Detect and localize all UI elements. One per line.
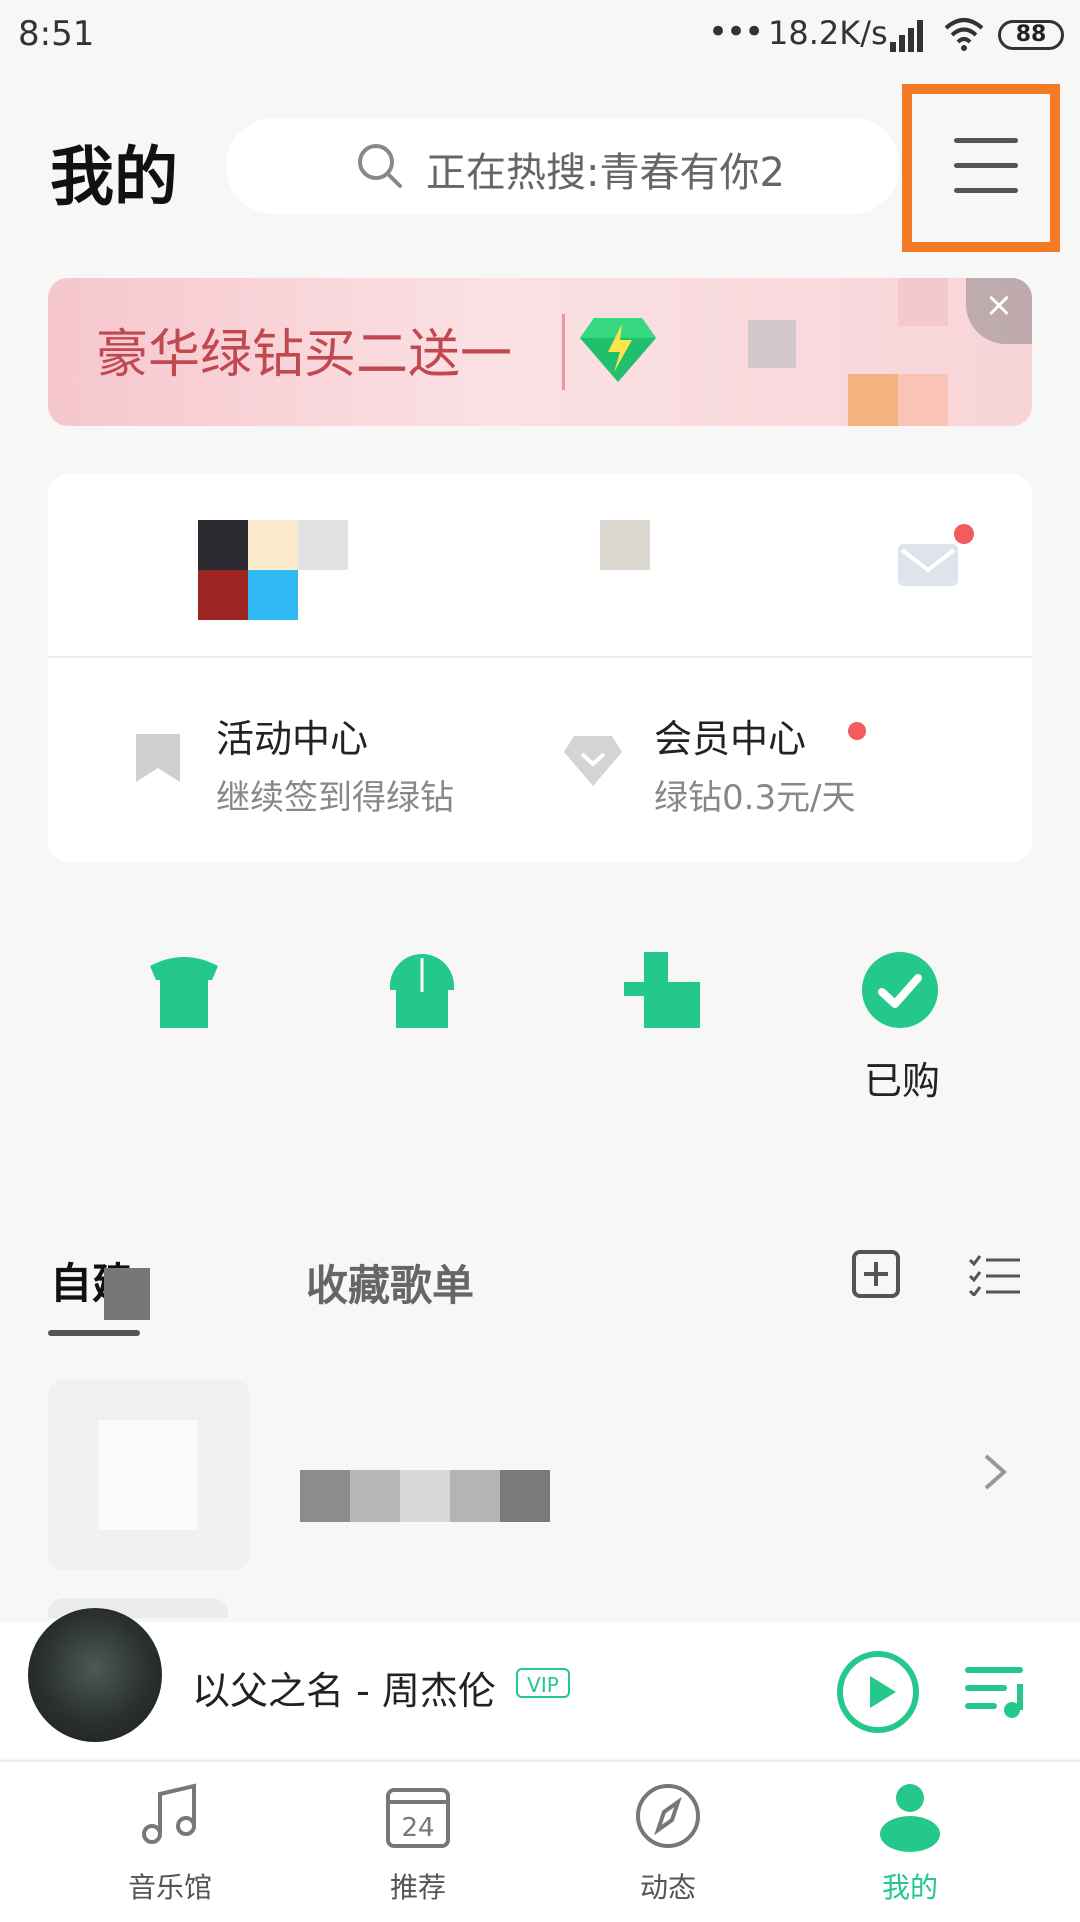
nav-profile[interactable]: 我的 — [830, 1780, 990, 1906]
activity-center-subtitle: 继续签到得绿钻 — [216, 778, 454, 818]
mail-icon[interactable] — [898, 544, 958, 586]
banner-close-button[interactable]: × — [966, 278, 1032, 344]
card-divider — [48, 656, 1032, 658]
banner-pixel — [898, 278, 948, 326]
album-art[interactable] — [28, 1608, 162, 1742]
tab-underline — [48, 1330, 140, 1336]
nav-label: 音乐馆 — [127, 1871, 212, 1904]
status-bar: 8:51 ••• 18.2K/s 88 — [0, 0, 1080, 74]
nav-label: 我的 — [881, 1871, 938, 1904]
nav-label: 推荐 — [389, 1871, 446, 1904]
banner-pixel — [898, 374, 948, 426]
search-placeholder: 正在热搜:青春有你2 — [426, 150, 785, 196]
play-icon[interactable] — [836, 1650, 920, 1734]
download-icon[interactable] — [384, 952, 460, 1028]
banner-divider — [562, 314, 565, 390]
promo-banner[interactable]: 豪华绿钻买二送一 × — [48, 278, 1032, 426]
banner-pixel — [848, 374, 898, 426]
purchased-label[interactable]: 已购 — [862, 1050, 942, 1105]
nav-label: 动态 — [639, 1871, 696, 1904]
nav-feed[interactable]: 动态 — [588, 1780, 748, 1906]
status-more-icon: ••• — [708, 12, 764, 52]
diamond-icon — [564, 736, 622, 786]
calendar-24-icon: 24 — [386, 1788, 450, 1848]
search-icon — [358, 144, 402, 188]
hamburger-menu-icon[interactable] — [954, 138, 1018, 194]
battery-icon: 88 — [998, 20, 1064, 50]
signal-icon — [890, 20, 923, 52]
status-time: 8:51 — [18, 14, 95, 54]
activity-center-title[interactable]: 活动中心 — [216, 708, 368, 763]
bookmark-icon — [136, 734, 180, 782]
profile-card: 活动中心 继续签到得绿钻 会员中心 绿钻0.3元/天 — [48, 474, 1032, 862]
banner-text: 豪华绿钻买二送一 — [96, 325, 513, 385]
vip-center-title[interactable]: 会员中心 — [654, 708, 806, 763]
now-playing-title[interactable]: 以父之名 - 周杰伦 — [192, 1660, 496, 1715]
add-playlist-icon[interactable] — [852, 1250, 900, 1298]
username-blurred — [600, 520, 650, 570]
nav-music-hall[interactable]: 音乐馆 — [90, 1780, 250, 1906]
purchased-icon[interactable] — [862, 952, 938, 1028]
page-title: 我的 — [50, 141, 178, 215]
chevron-right-icon[interactable] — [980, 1452, 1010, 1492]
tab-collected[interactable]: 收藏歌单 — [306, 1252, 474, 1313]
profile-icon — [880, 1784, 940, 1852]
music-note-icon — [142, 1783, 196, 1844]
calendar-day: 24 — [401, 1813, 434, 1843]
wifi-icon — [944, 18, 984, 51]
nav-recommend[interactable]: 24 推荐 — [338, 1780, 498, 1906]
manage-list-icon[interactable] — [968, 1254, 1020, 1296]
search-bar[interactable]: 正在热搜:青春有你2 — [226, 118, 900, 214]
mail-badge — [954, 524, 974, 544]
playlist-name-blurred[interactable] — [300, 1470, 550, 1522]
local-music-icon[interactable] — [624, 952, 700, 1028]
vip-center-subtitle: 绿钻0.3元/天 — [654, 778, 856, 818]
tab-blur — [104, 1268, 150, 1320]
shirt-icon[interactable] — [146, 952, 222, 1028]
banner-pixel — [748, 320, 796, 368]
green-diamond-icon — [580, 318, 656, 382]
network-speed: 18.2K/s — [768, 14, 888, 52]
vip-tag: VIP — [516, 1668, 570, 1698]
playlist-cover[interactable] — [48, 1380, 250, 1570]
compass-icon — [636, 1784, 700, 1848]
avatar[interactable] — [148, 520, 348, 620]
vip-badge — [848, 722, 866, 740]
playlist-queue-icon[interactable] — [964, 1664, 1028, 1720]
